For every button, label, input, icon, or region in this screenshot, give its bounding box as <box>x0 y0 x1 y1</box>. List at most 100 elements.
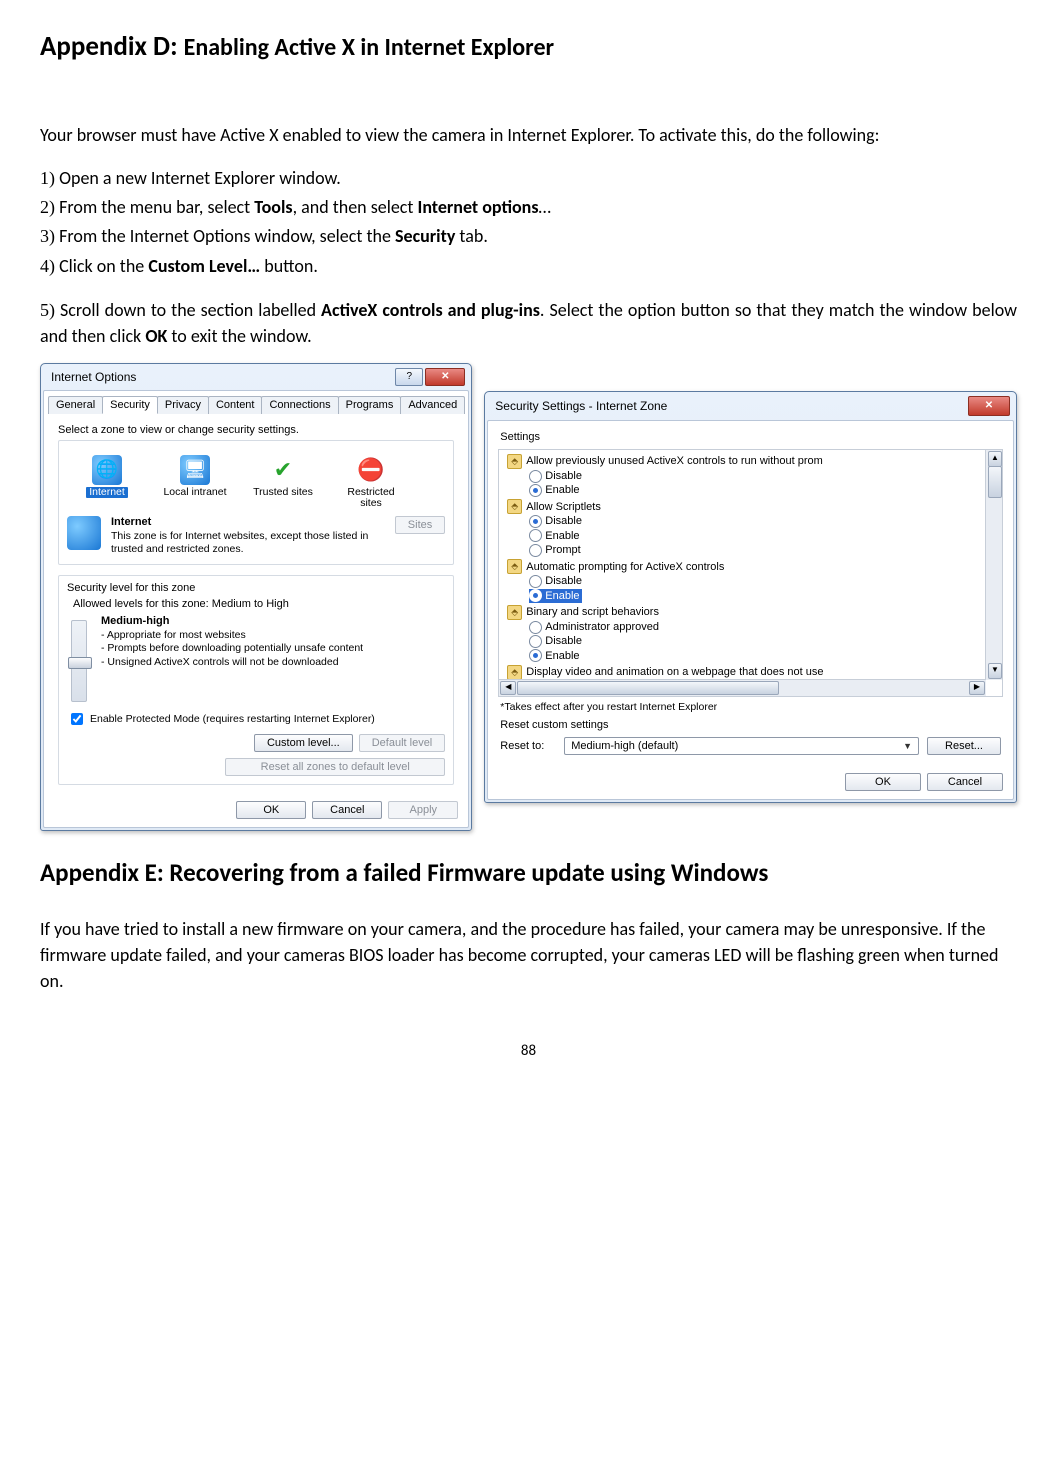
appendix-e-paragraph: If you have tried to install a new firmw… <box>40 916 1017 994</box>
step-4: 4) Click on the Custom Level… button. <box>40 253 1017 279</box>
setting-option[interactable]: Enable <box>529 529 984 543</box>
level-name: Medium-high <box>101 615 169 627</box>
globe-icon: 🌐 <box>92 455 122 485</box>
reset-to-dropdown[interactable]: Medium-high (default) ▼ <box>564 737 919 755</box>
setting-group: ⬘Allow previously unused ActiveX control… <box>507 454 984 498</box>
zone-local-intranet[interactable]: 🖥 Local intranet <box>159 455 231 510</box>
settings-list[interactable]: ⬘Allow previously unused ActiveX control… <box>499 450 1002 696</box>
option-label: Enable <box>545 529 579 543</box>
setting-option[interactable]: Disable <box>529 514 984 528</box>
setting-option[interactable]: Administrator approved <box>529 620 984 634</box>
zone-trusted-sites[interactable]: ✔ Trusted sites <box>247 455 319 510</box>
option-label: Administrator approved <box>545 620 659 634</box>
setting-option[interactable]: Enable <box>529 483 984 497</box>
radio-icon <box>529 470 542 483</box>
tab-advanced[interactable]: Advanced <box>400 396 465 414</box>
reset-all-zones-button[interactable]: Reset all zones to default level <box>225 758 445 776</box>
security-level-slider[interactable] <box>71 620 87 702</box>
sites-button[interactable]: Sites <box>395 516 445 534</box>
tab-content[interactable]: Content <box>208 396 263 414</box>
setting-option[interactable]: Enable <box>529 649 984 663</box>
radio-icon <box>529 649 542 662</box>
tab-connections[interactable]: Connections <box>261 396 338 414</box>
level-bullet: - Prompts before downloading potentially… <box>101 642 363 656</box>
scroll-down-arrow[interactable]: ▼ <box>988 663 1002 679</box>
tab-security[interactable]: Security <box>102 396 158 414</box>
reset-button[interactable]: Reset... <box>927 737 1001 755</box>
horizontal-scrollbar[interactable]: ◀ ▶ <box>499 679 986 696</box>
setting-option[interactable]: Disable <box>529 469 984 483</box>
setting-group: ⬘Binary and script behaviorsAdministrato… <box>507 605 984 663</box>
option-label: Enable <box>545 589 579 603</box>
restricted-icon: ⛔ <box>356 455 386 485</box>
ok-button[interactable]: OK <box>845 773 921 791</box>
radio-icon <box>529 621 542 634</box>
scroll-thumb[interactable] <box>517 681 779 695</box>
security-settings-window: Security Settings - Internet Zone ✕ Sett… <box>484 391 1017 803</box>
apply-button[interactable]: Apply <box>388 801 458 819</box>
default-level-button[interactable]: Default level <box>359 734 446 752</box>
radio-icon <box>529 515 542 528</box>
scroll-right-arrow[interactable]: ▶ <box>969 681 985 695</box>
step-2: 2) From the menu bar, select Tools, and … <box>40 194 1017 220</box>
option-label: Disable <box>545 469 582 483</box>
zone-label: Trusted sites <box>253 487 313 499</box>
check-icon: ✔ <box>268 455 298 485</box>
step-5: 5) Scroll down to the section labelled A… <box>40 297 1017 349</box>
restart-note: *Takes effect after you restart Internet… <box>500 701 1001 713</box>
protected-mode-checkbox[interactable] <box>71 713 83 725</box>
dropdown-value: Medium-high (default) <box>571 740 678 752</box>
reset-custom-label: Reset custom settings <box>500 719 1013 731</box>
zone-prompt: Select a zone to view or change security… <box>58 424 454 436</box>
zone-description: Internet This zone is for Internet websi… <box>111 516 385 556</box>
scroll-up-arrow[interactable]: ▲ <box>988 451 1002 467</box>
step-1: 1) Open a new Internet Explorer window. <box>40 165 1017 191</box>
close-button[interactable]: ✕ <box>425 368 465 386</box>
setting-group: ⬘Allow ScriptletsDisableEnablePrompt <box>507 499 984 557</box>
option-label: Prompt <box>545 543 580 557</box>
globe-icon: 🖥 <box>180 455 210 485</box>
radio-icon <box>529 484 542 497</box>
heading-prefix: Appendix D: <box>40 30 184 63</box>
option-label: Disable <box>545 634 582 648</box>
internet-options-window: Internet Options ? ✕ General Security Pr… <box>40 363 472 831</box>
security-level-title: Security level for this zone <box>67 582 445 594</box>
setting-group: ⬘Automatic prompting for ActiveX control… <box>507 559 984 603</box>
level-bullet: - Unsigned ActiveX controls will not be … <box>101 656 363 670</box>
reset-to-label: Reset to: <box>500 740 556 752</box>
option-label: Disable <box>545 574 582 588</box>
option-label: Enable <box>545 649 579 663</box>
scroll-left-arrow[interactable]: ◀ <box>500 681 516 695</box>
settings-label: Settings <box>500 431 1013 443</box>
zone-internet[interactable]: 🌐 Internet <box>71 455 143 510</box>
setting-option[interactable]: Prompt <box>529 543 984 557</box>
tab-general[interactable]: General <box>48 396 103 414</box>
option-label: Enable <box>545 483 579 497</box>
ok-button[interactable]: OK <box>236 801 306 819</box>
zone-desc-text: This zone is for Internet websites, exce… <box>111 530 368 555</box>
setting-option[interactable]: Enable <box>529 589 581 603</box>
cancel-button[interactable]: Cancel <box>312 801 382 819</box>
custom-level-button[interactable]: Custom level... <box>254 734 353 752</box>
zone-restricted-sites[interactable]: ⛔ Restricted sites <box>335 455 407 510</box>
help-button[interactable]: ? <box>395 368 423 386</box>
setting-label: Allow Scriptlets <box>526 501 601 513</box>
scroll-thumb[interactable] <box>988 466 1002 498</box>
cancel-button[interactable]: Cancel <box>927 773 1003 791</box>
radio-icon <box>529 589 542 602</box>
heading-sub: Enabling Active X in Internet Explorer <box>184 33 554 62</box>
allowed-levels-label: Allowed levels for this zone: Medium to … <box>73 598 445 610</box>
tab-programs[interactable]: Programs <box>338 396 402 414</box>
radio-icon <box>529 575 542 588</box>
zone-label: Restricted sites <box>347 487 394 510</box>
close-button[interactable]: ✕ <box>968 396 1010 416</box>
setting-option[interactable]: Disable <box>529 634 984 648</box>
appendix-e-heading: Appendix E: Recovering from a failed Fir… <box>40 857 1017 888</box>
setting-icon: ⬘ <box>507 665 522 680</box>
radio-icon <box>529 529 542 542</box>
vertical-scrollbar[interactable]: ▲ ▼ <box>985 450 1002 680</box>
tab-strip: General Security Privacy Content Connect… <box>48 395 464 414</box>
tab-privacy[interactable]: Privacy <box>157 396 209 414</box>
setting-option[interactable]: Disable <box>529 574 984 588</box>
appendix-d-heading: Appendix D: Enabling Active X in Interne… <box>40 30 1017 63</box>
